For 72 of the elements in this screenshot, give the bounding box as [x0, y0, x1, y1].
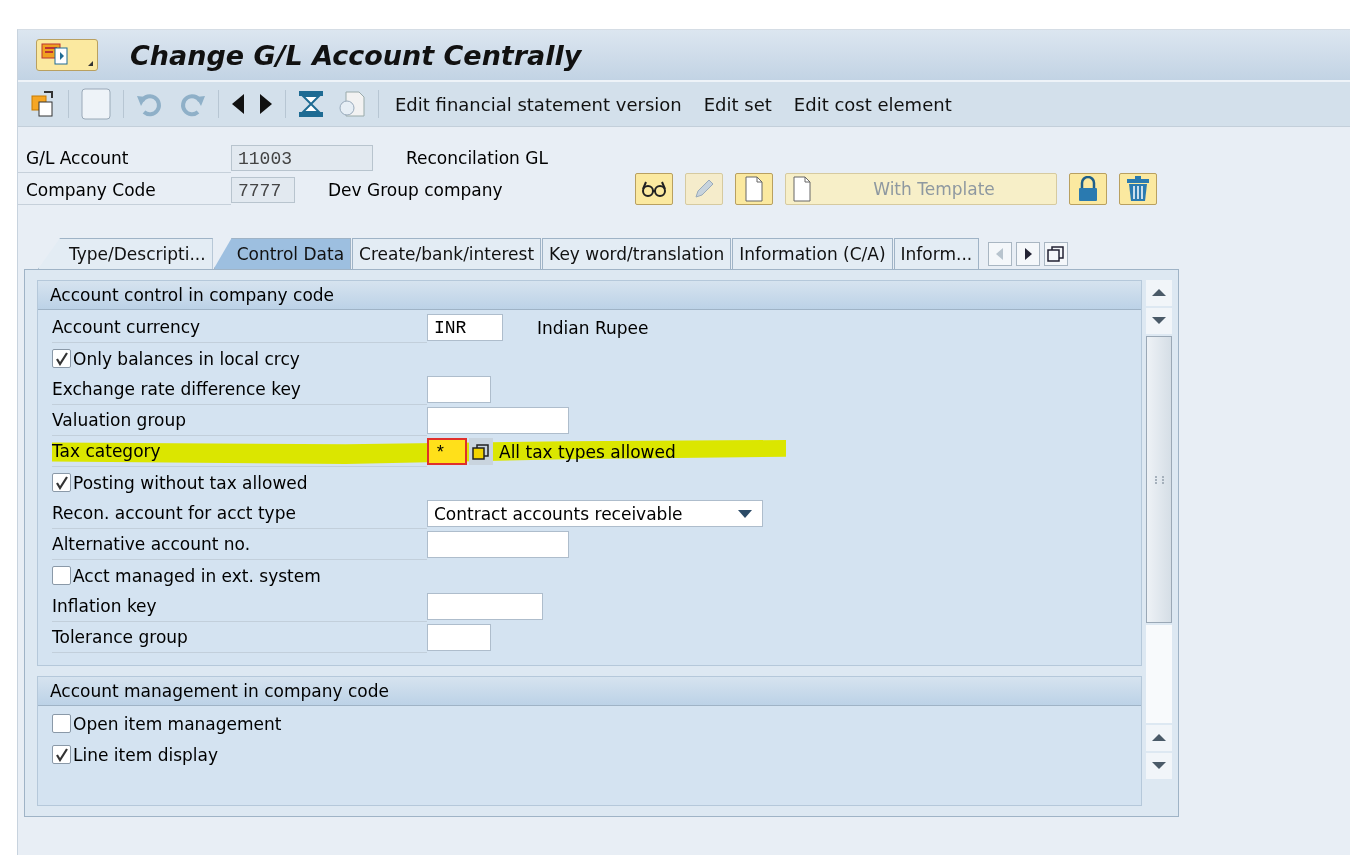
- read-only-field: 11003: [231, 145, 373, 171]
- field-description: Dev Group company: [328, 180, 503, 200]
- redo-icon: [178, 91, 206, 117]
- lock-button[interactable]: [1069, 173, 1107, 205]
- page-icon: [744, 176, 764, 202]
- checkbox[interactable]: [52, 473, 71, 492]
- input-field[interactable]: *: [427, 438, 467, 465]
- trash-button[interactable]: [1119, 173, 1157, 205]
- tab[interactable]: Create/bank/interest: [352, 238, 542, 269]
- field-label: Alternative account no.: [52, 529, 427, 560]
- read-only-field: 7777: [231, 177, 295, 203]
- pencil-icon: [692, 177, 716, 201]
- checkbox[interactable]: [52, 745, 71, 764]
- screen-menu-icon: [41, 42, 69, 68]
- value-help-button[interactable]: [469, 438, 493, 465]
- toolbar-button[interactable]: Edit set: [695, 93, 780, 115]
- left-triangle-icon: [996, 248, 1005, 260]
- menu-button[interactable]: [36, 39, 98, 71]
- copy-icon: [30, 90, 56, 118]
- checkbox-label: Open item management: [73, 713, 282, 734]
- checkbox[interactable]: [52, 349, 71, 368]
- checkbox-label: Posting without tax allowed: [73, 472, 308, 493]
- right-triangle-icon: [1024, 248, 1033, 260]
- overlapping-squares-icon: [472, 442, 490, 461]
- tab[interactable]: Key word/translation: [542, 238, 732, 269]
- checkbox[interactable]: [52, 566, 71, 585]
- field-description: Reconcilation GL: [406, 148, 548, 168]
- tab[interactable]: Control Data: [213, 238, 352, 269]
- dropdown-arrow-icon: [738, 509, 752, 518]
- input-field[interactable]: [427, 531, 569, 558]
- tab-list-button[interactable]: [1044, 242, 1069, 266]
- checkbox-label: Line item display: [73, 744, 218, 765]
- left-triangle-icon: [231, 93, 245, 115]
- tab-scroll-right-button[interactable]: [1016, 242, 1041, 266]
- window-title: Change G/L Account Centrally: [130, 39, 582, 71]
- hourglass-icon: [298, 90, 324, 118]
- input-field[interactable]: [427, 624, 491, 651]
- trash-icon: [1126, 176, 1150, 202]
- corner-caret-icon: [88, 61, 93, 66]
- field-label: Valuation group: [52, 405, 427, 436]
- blank-icon: [81, 88, 111, 120]
- input-field[interactable]: [427, 593, 543, 620]
- lock-icon: [1077, 176, 1099, 202]
- document-search-icon: [338, 90, 366, 118]
- toolbar-button[interactable]: Edit financial statement version: [387, 93, 690, 115]
- input-field[interactable]: INR: [427, 314, 503, 341]
- field-label: Exchange rate difference key: [52, 374, 427, 405]
- tab[interactable]: Inform...: [893, 238, 980, 269]
- glasses-button[interactable]: [635, 173, 673, 205]
- page-icon: [792, 176, 812, 202]
- page-button[interactable]: [735, 173, 773, 205]
- field-label: Tolerance group: [52, 622, 427, 653]
- field-label: Recon. account for acct type: [52, 498, 427, 529]
- toolbar-button[interactable]: Edit cost element: [785, 93, 960, 115]
- input-field[interactable]: [427, 407, 569, 434]
- input-field[interactable]: [427, 376, 491, 403]
- overlapping-squares-icon: [1047, 245, 1066, 263]
- pencil-button[interactable]: [685, 173, 723, 205]
- field-label: Account currency: [52, 312, 427, 343]
- dropdown[interactable]: Contract accounts receivable: [427, 500, 763, 527]
- field-label: Tax category: [52, 436, 427, 467]
- right-triangle-icon: [259, 93, 273, 115]
- field-description: Indian Rupee: [537, 317, 649, 338]
- checkbox-label: Only balances in local crcy: [73, 348, 300, 369]
- checkbox[interactable]: [52, 714, 71, 733]
- undo-icon: [136, 91, 164, 117]
- glasses-icon: [641, 179, 667, 199]
- tab[interactable]: Type/Descripti...: [38, 238, 213, 269]
- tab[interactable]: Information (C/A): [732, 238, 893, 269]
- checkbox-label: Acct managed in ext. system: [73, 565, 321, 586]
- field-label: Inflation key: [52, 591, 427, 622]
- field-description: All tax types allowed: [499, 441, 676, 462]
